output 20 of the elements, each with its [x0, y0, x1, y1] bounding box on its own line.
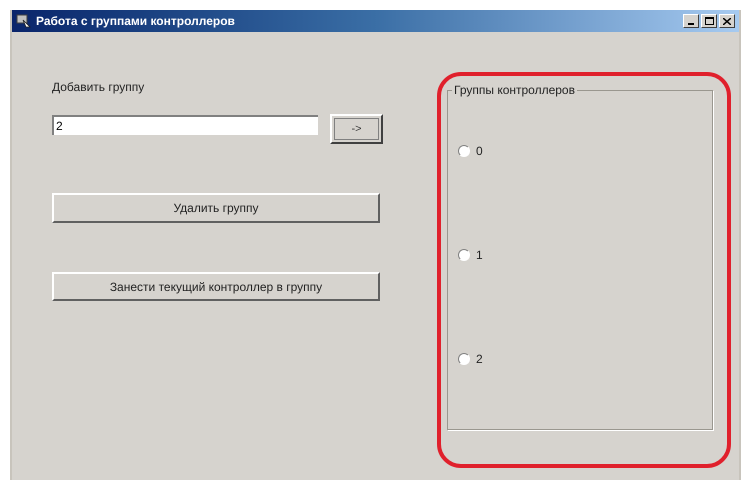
assign-controller-button[interactable]: Занести текущий контроллер в группу: [52, 272, 380, 301]
submit-button[interactable]: ->: [330, 114, 383, 144]
radio-button[interactable]: [458, 249, 470, 261]
app-icon: [16, 13, 32, 29]
maximize-icon: [704, 17, 714, 25]
window-title: Работа с группами контроллеров: [36, 13, 235, 30]
close-icon: [723, 18, 731, 24]
close-button[interactable]: [719, 14, 735, 28]
group-box-title: Группы контроллеров: [452, 83, 577, 97]
radio-button[interactable]: [458, 353, 470, 365]
minimize-button[interactable]: [683, 14, 699, 28]
radio-button[interactable]: [458, 145, 470, 157]
delete-group-button[interactable]: Удалить группу: [52, 193, 380, 223]
minimize-icon: [688, 23, 694, 25]
radio-option[interactable]: 1: [458, 247, 483, 263]
maximize-button[interactable]: [701, 14, 717, 28]
radio-option[interactable]: 0: [458, 143, 483, 159]
group-input[interactable]: 2: [52, 115, 318, 135]
add-group-label: Добавить группу: [52, 79, 146, 94]
radio-option[interactable]: 2: [458, 351, 483, 367]
